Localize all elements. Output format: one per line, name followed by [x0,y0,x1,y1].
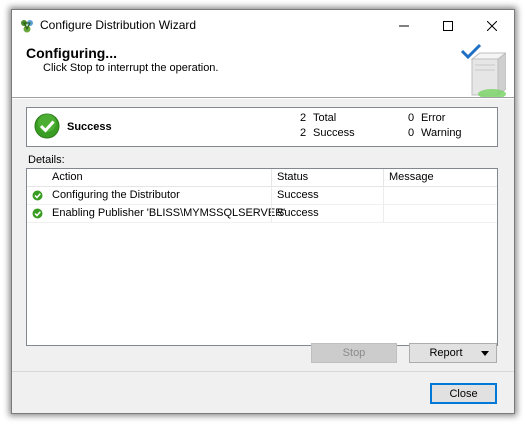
summary-status: Success [67,121,112,133]
column-header-action[interactable]: Action [52,171,83,183]
error-count: 0 [408,112,415,124]
cell-divider [271,187,272,204]
maximize-icon [443,20,453,31]
success-icon [32,190,43,201]
cell-divider [383,205,384,222]
stop-button[interactable]: Stop [311,343,397,363]
minimize-icon [399,25,409,26]
row-action: Configuring the Distributor [52,189,180,201]
table-row[interactable]: Enabling Publisher 'BLISS\MYMSSQLSERVER'… [27,205,497,223]
server-checkmark-icon [460,43,506,99]
warning-label: Warning [421,127,462,139]
stop-button-label: Stop [342,347,366,359]
row-action: Enabling Publisher 'BLISS\MYMSSQLSERVER' [52,207,286,219]
details-grid[interactable]: Action Status Message Configuring the Di… [26,168,498,346]
close-button[interactable]: Close [430,383,497,404]
total-label: Total [313,112,337,124]
success-label: Success [313,127,355,139]
success-icon [32,208,43,219]
minimize-button[interactable] [382,10,426,41]
details-label: Details: [28,154,65,166]
maximize-button[interactable] [426,10,470,41]
header-divider-highlight [12,98,514,99]
wizard-header: Configuring... Click Stop to interrupt t… [12,41,514,99]
report-button-label: Report [429,347,463,359]
wizard-window: Configure Distribution Wizard Configurin… [11,9,515,414]
cell-divider [271,205,272,222]
table-row[interactable]: Configuring the Distributor Success [27,187,497,205]
title-bar: Configure Distribution Wizard [12,10,514,41]
column-divider[interactable] [383,169,384,186]
cell-divider [383,187,384,204]
close-icon [487,20,497,31]
total-count: 2 [300,112,307,124]
column-header-status[interactable]: Status [277,171,308,183]
success-count: 2 [300,127,307,139]
footer-divider [12,371,514,372]
report-button[interactable]: Report [409,343,497,363]
window-close-button[interactable] [470,10,514,41]
row-status: Success [277,207,319,219]
warning-count: 0 [408,127,415,139]
grid-header: Action Status Message [27,169,497,187]
window-title: Configure Distribution Wizard [40,18,197,32]
column-header-message[interactable]: Message [389,171,434,183]
close-button-label: Close [449,387,478,400]
error-label: Error [421,112,446,124]
column-divider[interactable] [271,169,272,186]
wizard-app-icon [21,20,33,33]
success-large-icon [34,113,60,139]
page-subtitle: Click Stop to interrupt the operation. [43,62,219,74]
page-title: Configuring... [26,45,117,61]
row-status: Success [277,189,319,201]
summary-panel: Success 2 Total 2 Success 0 Error 0 Warn… [26,107,498,147]
dropdown-arrow-icon [481,351,489,356]
